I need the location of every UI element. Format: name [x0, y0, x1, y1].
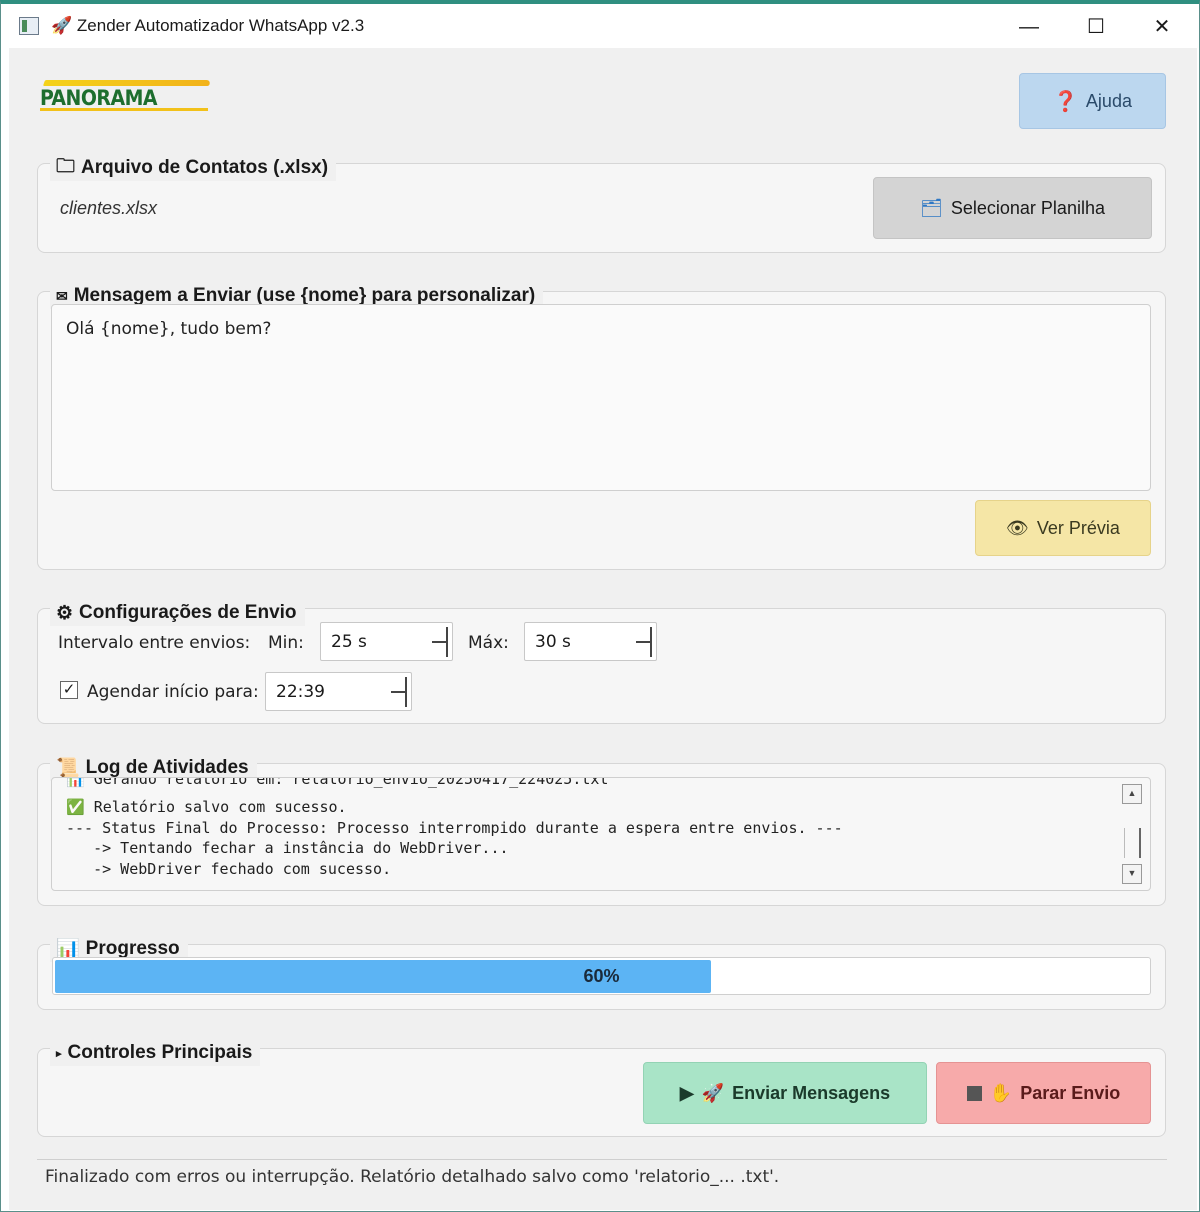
status-bar-text: Finalizado com erros ou interrupção. Rel… [45, 1167, 780, 1187]
min-interval-spinbox[interactable]: 25 s [320, 622, 453, 661]
log-line: -> Tentando fechar a instância do WebDri… [66, 839, 509, 857]
spin-arrows-icon[interactable] [636, 627, 652, 657]
preview-button[interactable]: 👁 Ver Prévia [975, 500, 1151, 556]
help-button[interactable]: ❓ Ajuda [1019, 73, 1166, 129]
stop-square-icon [966, 1085, 982, 1101]
controls-group-title: ▸ Controles Principais [50, 1040, 261, 1066]
log-scrollbar[interactable]: ▲ ▼ [1122, 784, 1142, 884]
send-messages-label: Enviar Mensagens [732, 1082, 891, 1103]
log-line: ✅ Relatório salvo com sucesso. [66, 798, 347, 816]
file-group-title: 🗀 Arquivo de Contatos (.xlsx) [50, 155, 337, 181]
app-icon [19, 17, 39, 35]
title-bar[interactable]: 🚀 Zender Automatizador WhatsApp v2.3 — ☐… [1, 4, 1193, 48]
log-line: --- Status Final do Processo: Processo i… [66, 819, 843, 837]
eye-icon: 👁 [1006, 517, 1029, 538]
folder-icon: 🗀 [56, 156, 76, 177]
spin-arrows-icon[interactable] [432, 627, 448, 657]
progress-label: 60% [583, 965, 620, 986]
gear-icon: ⚙ [56, 602, 74, 624]
schedule-time-edit[interactable]: 22:39 [265, 672, 412, 711]
play-icon: ▶ [679, 1082, 694, 1103]
min-label: Min: [268, 633, 304, 653]
max-label: Máx: [468, 633, 509, 653]
minimize-button[interactable]: — [1007, 12, 1051, 42]
activity-log[interactable]: 📊 Gerando relatório em: relatorio_envio_… [51, 777, 1151, 891]
rocket-icon: 🚀 [701, 1082, 725, 1103]
interval-label: Intervalo entre envios: [58, 633, 251, 653]
stop-sending-label: Parar Envio [1020, 1082, 1121, 1103]
close-button[interactable]: ✕ [1140, 12, 1184, 42]
message-textarea[interactable]: Olá {nome}, tudo bem? [51, 304, 1151, 491]
panorama-logo: PANORAMA [40, 86, 158, 110]
select-spreadsheet-button[interactable]: 🗂 Selecionar Planilha [873, 177, 1152, 239]
status-separator [37, 1159, 1167, 1160]
schedule-checkbox[interactable]: ✓ [60, 681, 78, 699]
stop-sending-button[interactable]: ✋ Parar Envio [936, 1062, 1151, 1124]
logo-underline [40, 108, 208, 111]
window-title: 🚀 Zender Automatizador WhatsApp v2.3 [51, 16, 365, 35]
select-spreadsheet-label: Selecionar Planilha [950, 197, 1105, 218]
log-line: -> WebDriver fechado com sucesso. [66, 860, 392, 878]
scroll-down-arrow-icon[interactable]: ▼ [1122, 864, 1142, 884]
log-line: 📊 Gerando relatório em: relatorio_envio_… [66, 777, 609, 788]
scroll-thumb[interactable] [1124, 828, 1141, 858]
schedule-label: Agendar início para: [87, 682, 259, 702]
rocket-icon: 🚀 [51, 16, 73, 35]
help-label: Ajuda [1085, 90, 1132, 111]
caret-right-icon: ▸ [56, 1047, 62, 1060]
question-icon: ❓ [1053, 90, 1078, 113]
maximize-button[interactable]: ☐ [1074, 12, 1118, 42]
config-group-title: ⚙ Configurações de Envio [50, 600, 305, 626]
envelope-icon: ✉ [56, 287, 68, 304]
scroll-up-arrow-icon[interactable]: ▲ [1122, 784, 1142, 804]
selected-filename: clientes.xlsx [60, 198, 158, 218]
preview-label: Ver Prévia [1036, 517, 1120, 538]
send-messages-button[interactable]: ▶ 🚀 Enviar Mensagens [643, 1062, 927, 1124]
spin-arrows-icon[interactable] [391, 677, 407, 707]
max-interval-spinbox[interactable]: 30 s [524, 622, 657, 661]
hand-icon: ✋ [989, 1082, 1013, 1103]
card-folder-icon: 🗂 [920, 197, 943, 218]
